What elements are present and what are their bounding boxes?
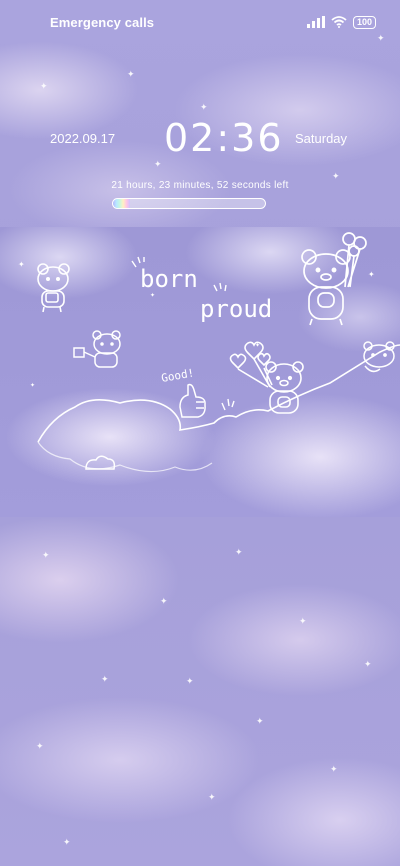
bear-with-balloons-icon <box>301 232 367 326</box>
good-caption: Good! <box>160 366 195 385</box>
time-text[interactable]: 02:36 <box>164 116 284 160</box>
bear-peeking-icon <box>363 341 395 373</box>
emergency-calls-text[interactable]: Emergency calls <box>50 15 154 30</box>
battery-icon: 100 <box>352 15 376 29</box>
svg-text:✦: ✦ <box>150 292 155 299</box>
status-icons: 100 <box>306 14 376 30</box>
day-progress-fill <box>113 199 130 208</box>
wallpaper-illustration: ✦ ✦ ✦ ✦ ✦ born proud Good! <box>0 227 400 517</box>
bear-with-heart-balloons-icon <box>229 341 304 414</box>
thumbs-up-icon <box>179 383 206 418</box>
svg-text:✦: ✦ <box>368 270 375 279</box>
bear-with-box-icon <box>37 263 70 313</box>
status-bar: Emergency calls 100 <box>0 0 400 44</box>
signal-icon <box>306 16 325 28</box>
weekday-text: Saturday <box>295 131 348 146</box>
cloud-hill-outline <box>37 344 400 443</box>
wifi-icon <box>331 16 347 28</box>
svg-text:✦: ✦ <box>18 260 25 269</box>
bear-with-book-icon <box>73 330 121 368</box>
svg-text:✦: ✦ <box>30 382 35 389</box>
date-text: 2022.09.17 <box>50 131 116 146</box>
doodle-artwork: ✦ ✦ ✦ ✦ ✦ born proud Good! <box>18 232 400 473</box>
banner-word-2: proud <box>200 295 272 323</box>
day-progress-bar <box>112 198 266 209</box>
day-countdown-text: 21 hours, 23 minutes, 52 seconds left <box>111 180 289 191</box>
banner-word-1: born <box>140 265 198 293</box>
